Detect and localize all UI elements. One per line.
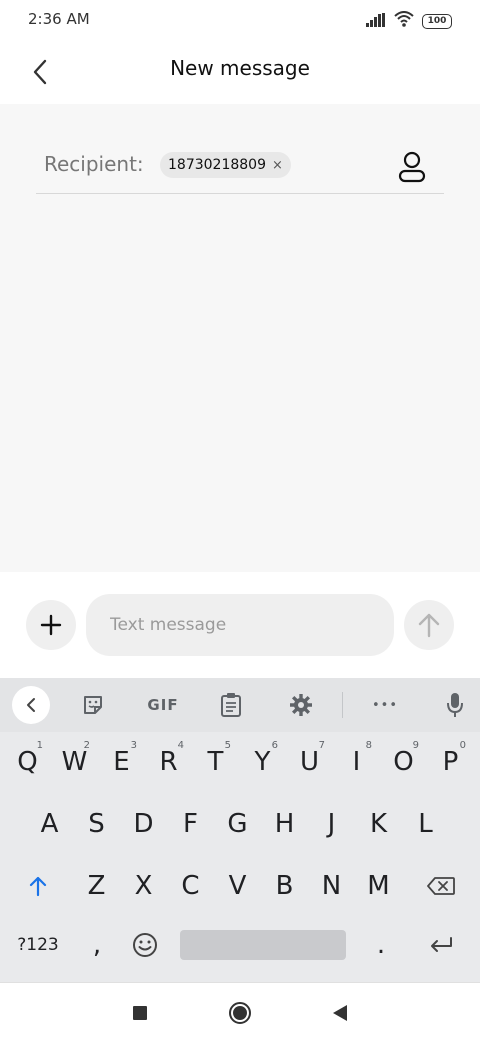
recipient-chip-text: 18730218809 [168,157,266,173]
sticker-button[interactable] [74,687,112,723]
app-bar: New message [0,40,480,104]
key-h[interactable]: H [261,796,308,852]
key-r[interactable]: R4 [145,734,192,790]
key-e[interactable]: E3 [98,734,145,790]
clipboard-icon [221,693,241,717]
recipient-label: Recipient: [44,152,144,176]
key-f[interactable]: F [167,796,214,852]
enter-key[interactable] [414,920,468,970]
key-t[interactable]: T5 [192,734,239,790]
key-c[interactable]: C [167,858,214,914]
key-j[interactable]: J [308,796,355,852]
recipient-chip[interactable]: 18730218809 × [160,152,291,178]
backspace-key[interactable] [414,858,468,914]
attach-button[interactable] [26,600,76,650]
recipient-row: Recipient: 18730218809 × [36,146,444,194]
triangle-back-icon [333,1005,347,1021]
key-i[interactable]: I8 [333,734,380,790]
square-icon [133,1006,147,1020]
space-key[interactable] [180,930,346,960]
clipboard-button[interactable] [212,687,250,723]
shift-key[interactable] [12,858,64,914]
symbols-key[interactable]: ?123 [8,920,68,970]
key-w[interactable]: W2 [51,734,98,790]
message-text-field[interactable] [86,594,394,656]
battery-icon: 100 [422,13,452,29]
backspace-icon [427,877,455,895]
key-d[interactable]: D [120,796,167,852]
key-b[interactable]: B [261,858,308,914]
key-row-1: Q1 W2 E3 R4 T5 Y6 U7 I8 O9 P0 [0,734,480,790]
key-row-3: Z X C V B N M [0,858,480,914]
emoji-key[interactable] [122,920,168,970]
signal-icon [366,12,386,31]
more-options-button[interactable]: ••• [366,687,404,723]
page-title: New message [170,56,310,80]
key-m[interactable]: M [355,858,402,914]
key-k[interactable]: K [355,796,402,852]
key-y[interactable]: Y6 [239,734,286,790]
key-x[interactable]: X [120,858,167,914]
key-o[interactable]: O9 [380,734,427,790]
status-time: 2:36 AM [28,10,90,28]
system-back-button[interactable] [326,999,354,1027]
status-bar: 2:36 AM 100 [0,0,480,40]
send-button[interactable] [404,600,454,650]
contact-picker-button[interactable] [396,150,428,184]
keyboard-toolbar: GIF ••• [0,678,480,732]
gear-icon [290,694,312,716]
key-s[interactable]: S [73,796,120,852]
chip-close-icon[interactable]: × [272,158,283,173]
key-u[interactable]: U7 [286,734,333,790]
home-button[interactable] [226,999,254,1027]
key-a[interactable]: A [26,796,73,852]
plus-icon [40,614,62,636]
arrow-up-icon [418,613,440,638]
gif-button[interactable]: GIF [140,687,186,723]
comma-key[interactable]: , [74,920,120,970]
voice-input-button[interactable] [436,687,474,723]
system-nav-bar [0,982,480,1040]
emoji-icon [133,933,157,957]
recents-button[interactable] [126,999,154,1027]
message-input-bar [0,572,480,678]
keyboard: GIF ••• Q1 W2 E 3 R 4 T 5 Y 6 U 7 I 8 O … [0,678,480,982]
gif-label: GIF [147,696,179,714]
key-n[interactable]: N [308,858,355,914]
chevron-left-icon [27,698,35,712]
key-z[interactable]: Z [73,858,120,914]
shift-arrow-icon [29,876,47,897]
person-icon [398,151,426,183]
key-row-4: ?123 , . [0,920,480,976]
wifi-icon [394,11,414,31]
key-v[interactable]: V [214,858,261,914]
settings-button[interactable] [282,687,320,723]
key-row-2: A S D F G H J K L [0,796,480,852]
enter-icon [431,937,452,952]
key-q[interactable]: Q1 [4,734,51,790]
period-key[interactable]: . [358,920,404,970]
key-p[interactable]: P0 [427,734,474,790]
toolbar-back-button[interactable] [12,686,50,724]
microphone-icon [447,693,463,717]
status-icons: 100 [366,11,452,31]
compose-area: Recipient: 18730218809 × [0,104,480,572]
message-input[interactable] [86,594,394,656]
sticker-icon [84,696,102,714]
home-circle-icon [229,1002,251,1024]
key-l[interactable]: L [402,796,449,852]
toolbar-divider [342,692,343,718]
key-g[interactable]: G [214,796,261,852]
